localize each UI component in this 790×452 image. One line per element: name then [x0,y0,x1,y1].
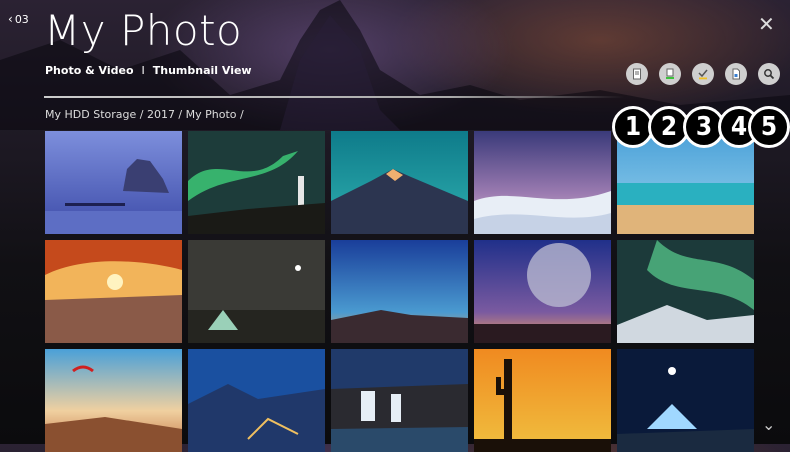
photo-thumbnail[interactable] [617,240,754,343]
close-button[interactable]: ✕ [758,14,775,34]
header-divider [44,96,624,98]
subtitle-separator: I [141,64,145,77]
photo-thumbnail[interactable] [617,349,754,452]
search-icon [764,69,775,80]
photo-thumbnail[interactable] [45,240,182,343]
view-subtitle: Photo & Video I Thumbnail View [45,64,252,77]
document-icon [633,68,641,80]
photo-cactus-sunset [474,349,611,452]
photo-city-valley [188,349,325,452]
photo-thumbnail[interactable] [331,349,468,452]
photo-paraglider [45,349,182,452]
file-info-button[interactable] [725,63,747,85]
search-button[interactable] [758,63,780,85]
select-button[interactable] [692,63,714,85]
file-info-icon [732,68,740,80]
photo-thumbnail[interactable] [474,349,611,452]
back-button[interactable]: ‹ 03 [8,12,29,26]
photo-thumbnail[interactable] [45,349,182,452]
photo-large-moon [474,240,611,343]
page-title: My Photo [44,6,243,55]
photo-rock-island [45,131,182,234]
photo-glowing-tent [617,349,754,452]
photo-thumbnail[interactable] [331,131,468,234]
chevron-left-icon: ‹ [8,12,13,26]
select-check-icon [698,69,708,80]
photo-aurora-lighthouse [188,131,325,234]
photo-white-dunes [474,131,611,234]
photo-mountain-peak [331,131,468,234]
photo-blue-hour-mountains [331,240,468,343]
photo-desert-arch [45,240,182,343]
photo-thumbnail[interactable] [45,131,182,234]
photo-aurora-ridge [617,240,754,343]
photo-thumbnail[interactable] [474,240,611,343]
chevron-down-icon: ⌄ [762,415,776,434]
toolbar [626,63,780,85]
photo-thumbnail[interactable] [188,131,325,234]
back-number: 03 [14,12,29,26]
callout-5: 5 [748,106,790,148]
photo-thumbnail[interactable] [331,240,468,343]
delete-icon [666,68,674,79]
content-type-label: Photo & Video [45,64,134,77]
photo-thumbnail[interactable] [474,131,611,234]
delete-button[interactable] [659,63,681,85]
photo-thumbnail[interactable] [188,240,325,343]
photo-waterfall [331,349,468,452]
scroll-down-button[interactable]: ⌄ [762,415,775,434]
close-icon: ✕ [758,12,775,36]
breadcrumb: My HDD Storage / 2017 / My Photo / [45,108,244,121]
photo-thumbnail[interactable] [188,349,325,452]
photo-tent-lake [188,240,325,343]
document-button[interactable] [626,63,648,85]
view-mode-label: Thumbnail View [152,64,252,77]
